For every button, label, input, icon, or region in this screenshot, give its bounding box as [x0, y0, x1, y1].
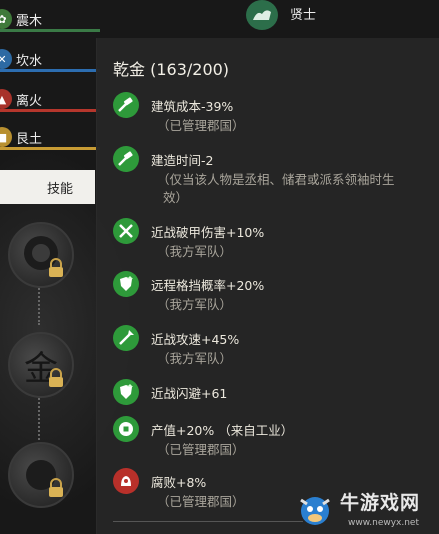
- attribute-label: 坎水: [16, 53, 43, 69]
- attribute-label: 艮土: [16, 131, 43, 147]
- watermark-url: www.newyx.net: [348, 518, 420, 528]
- effect-text: 近战破甲伤害+10%: [151, 225, 265, 240]
- hammer-time-icon: [113, 146, 139, 172]
- effect-subtext: （我方军队）: [157, 297, 233, 312]
- effect-subtext: （已管理郡国）: [157, 442, 245, 457]
- corruption-icon: [113, 468, 139, 494]
- dodge-up-icon: [113, 379, 139, 405]
- lock-icon: [49, 368, 63, 387]
- crossed-swords-icon: [113, 218, 139, 244]
- effect-text: 腐败+8%: [151, 475, 207, 490]
- effect-subtext-continued: 效）: [163, 190, 189, 205]
- swords-up-icon: [113, 325, 139, 351]
- effect-text: 远程格挡概率+20%: [151, 278, 265, 293]
- skill-node[interactable]: 金: [8, 332, 74, 398]
- fire-icon: ▲: [0, 89, 12, 109]
- watermark-title: 牛游戏网: [340, 492, 421, 514]
- bull-mascot-icon: [300, 497, 330, 525]
- skill-chain: [38, 395, 42, 440]
- attribute-row-wood[interactable]: ✿ 震木: [0, 4, 120, 34]
- effect-text: 近战攻速+45%: [151, 332, 240, 347]
- attribute-label: 震木: [16, 13, 43, 29]
- lock-icon: [49, 478, 63, 497]
- water-icon: ✕: [0, 49, 12, 69]
- hammer-plus-icon: [113, 92, 139, 118]
- attribute-bar: [0, 147, 100, 150]
- sage-icon[interactable]: [246, 0, 278, 30]
- effect-text: 建筑成本-39%: [151, 99, 234, 114]
- effect-text: 产值+20% （来自工业）: [151, 423, 294, 438]
- effect-subtext: （已管理郡国）: [157, 494, 245, 509]
- effect-subtext: （仅当该人物是丞相、储君或派系领袖时生: [157, 172, 395, 187]
- site-watermark: 牛游戏网 www.newyx.net: [296, 488, 439, 534]
- attribute-label: 离火: [16, 93, 43, 109]
- skill-node[interactable]: [8, 222, 74, 288]
- sage-label: 贤士: [290, 8, 317, 23]
- tooltip-title: 乾金 (163/200): [113, 60, 230, 79]
- lock-icon: [49, 258, 63, 277]
- skill-node[interactable]: [8, 442, 74, 508]
- attribute-bar: [0, 109, 100, 112]
- effect-subtext: （已管理郡国）: [157, 118, 245, 133]
- wood-icon: ✿: [0, 9, 12, 29]
- earth-icon: ■: [0, 127, 12, 147]
- tooltip-divider: [113, 521, 303, 522]
- effect-subtext: （我方军队）: [157, 351, 233, 366]
- shield-up-icon: [113, 271, 139, 297]
- tab-skills[interactable]: 技能: [0, 170, 95, 204]
- attribute-bar: [0, 69, 100, 72]
- effect-text: 近战闪避+61: [151, 386, 228, 401]
- coin-icon: [113, 416, 139, 442]
- tab-skills-label: 技能: [46, 181, 73, 197]
- tooltip-panel: 乾金 (163/200) 建筑成本-39% （已管理郡国） 建造时间-2 （仅当…: [96, 38, 439, 534]
- attribute-bar: [0, 29, 100, 32]
- skill-chain: [38, 285, 42, 325]
- effect-text: 建造时间-2: [151, 153, 214, 168]
- effect-subtext: （我方军队）: [157, 244, 233, 259]
